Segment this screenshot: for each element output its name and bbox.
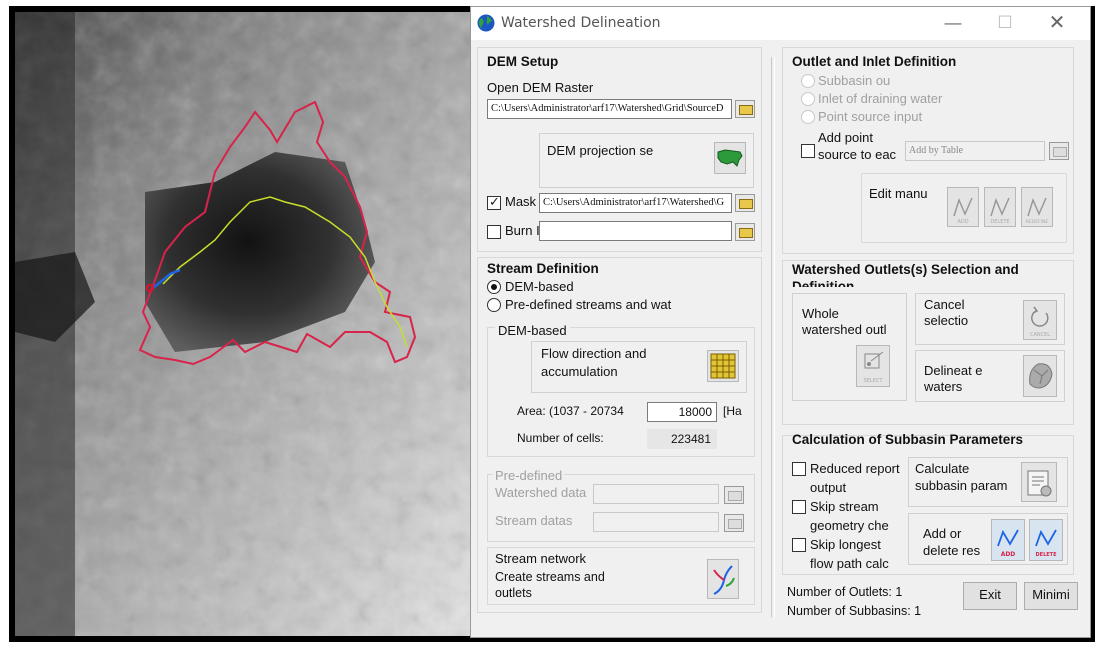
stream-data-field	[593, 512, 719, 532]
area-label: Area: (1037 - 20734	[517, 404, 624, 418]
cells-value: 223481	[647, 429, 717, 449]
grid-icon[interactable]	[707, 350, 739, 382]
delineate-watershed-label: Delineat e waters	[924, 363, 983, 393]
skip-stream-label: Skip stream geometry che	[810, 499, 889, 533]
predefined-group-label: Pre-defined	[493, 468, 565, 483]
dem-map-canvas	[15, 12, 470, 636]
dem-path-field[interactable]: C:\Users\Administrator\arf17\Watershed\G…	[487, 99, 732, 119]
title-bar[interactable]: Watershed Delineation — ☐ ✕	[471, 7, 1090, 40]
add-by-table-field: Add by Table	[905, 141, 1045, 161]
column-separator	[771, 57, 775, 617]
delete-reservoir-icon[interactable]: DELETE	[1029, 519, 1063, 561]
flow-direction-label: Flow direction and accumulation	[541, 346, 647, 379]
watershed-data-folder-icon	[724, 486, 744, 504]
exit-button[interactable]: Exit	[963, 582, 1017, 610]
redefine-point-icon-text: REDEFINE	[1026, 219, 1049, 225]
mask-folder-icon[interactable]	[735, 194, 755, 212]
delete-point-icon-text: DELETE	[990, 219, 1009, 225]
predefined-option-label: Pre-defined streams and wat	[505, 297, 672, 312]
area-unit-label: [Ha	[723, 404, 742, 418]
burn-path-field[interactable]	[539, 221, 732, 241]
mask-path-field[interactable]: C:\Users\Administrator\arf17\Watershed\G	[539, 193, 732, 213]
window-title: Watershed Delineation	[501, 15, 661, 31]
point-source-radio	[801, 110, 815, 124]
skip-longest-label: Skip longest flow path calc	[810, 537, 889, 571]
delineate-icon[interactable]	[1023, 355, 1057, 397]
dem-based-group-label: DEM-based	[495, 323, 570, 338]
subbasin-outlet-label: Subbasin ou	[818, 73, 891, 88]
minimize-button[interactable]: —	[933, 11, 973, 37]
add-reservoir-icon-text: ADD	[1001, 551, 1016, 558]
add-reservoir-icon[interactable]: ADD	[991, 519, 1025, 561]
add-delete-reservoir-label: Add or delete res	[923, 526, 981, 558]
reduced-report-checkbox[interactable]	[792, 462, 806, 476]
cells-label: Number of cells:	[517, 431, 604, 445]
watershed-data-label: Watershed data	[495, 485, 587, 500]
redefine-point-icon: REDEFINE	[1021, 187, 1053, 227]
add-point-source-label: Add point source to eac	[818, 130, 897, 162]
delete-reservoir-icon-text: DELETE	[1036, 552, 1058, 558]
create-streams-label: Create streams and outlets	[495, 570, 605, 599]
point-source-label: Point source input	[818, 109, 923, 124]
minimize-dialog-button[interactable]: Minimi	[1024, 582, 1078, 610]
open-dem-label: Open DEM Raster	[487, 80, 594, 95]
add-point-icon-text: ADD	[957, 219, 968, 225]
calculate-subbasin-label: Calculate subbasin param	[915, 461, 1008, 493]
add-by-table-folder-icon	[1049, 142, 1069, 160]
us-map-icon[interactable]	[714, 142, 746, 174]
select-outlet-icon[interactable]: SELECT	[856, 345, 890, 387]
stream-network-label: Stream network	[495, 551, 587, 566]
inlet-draining-label: Inlet of draining water	[818, 91, 943, 106]
cancel-selection-label: Cancel selectio	[924, 297, 969, 328]
outlets-count: Number of Outlets: 1	[787, 585, 903, 599]
dem-setup-heading: DEM Setup	[487, 54, 559, 69]
inlet-draining-radio	[801, 92, 815, 106]
stream-definition-heading: Stream Definition	[487, 261, 599, 276]
calculate-icon[interactable]	[1021, 462, 1057, 502]
cancel-icon-text: CANCEL	[1030, 332, 1050, 338]
predefined-radio[interactable]	[487, 298, 501, 312]
burn-folder-icon[interactable]	[735, 223, 755, 241]
subbasin-params-heading: Calculation of Subbasin Parameters	[792, 432, 1024, 447]
stream-data-folder-icon	[724, 514, 744, 532]
whole-watershed-label: Whole watershed outl	[802, 306, 887, 336]
maximize-button[interactable]: ☐	[985, 11, 1025, 37]
dem-based-radio[interactable]	[487, 280, 501, 294]
skip-longest-checkbox[interactable]	[792, 538, 806, 552]
open-dem-folder-icon[interactable]	[735, 100, 755, 118]
outlet-inlet-heading: Outlet and Inlet Definition	[792, 54, 957, 69]
dem-based-option-label: DEM-based	[505, 279, 574, 294]
stream-network-icon[interactable]	[707, 559, 739, 599]
add-point-source-checkbox[interactable]	[801, 144, 815, 158]
area-threshold-input[interactable]: 18000	[647, 402, 717, 422]
edit-manual-label: Edit manu	[869, 186, 928, 201]
outlet-selection-heading: Watershed Outlets(s) Selection and Defin…	[792, 262, 1019, 287]
watershed-delineation-window: Watershed Delineation — ☐ ✕ DEM Setup Op…	[470, 6, 1091, 638]
watershed-data-field	[593, 484, 719, 504]
subbasin-outlet-radio	[801, 74, 815, 88]
stream-data-label: Stream datas	[495, 513, 573, 528]
add-point-icon: ADD	[947, 187, 979, 227]
subbasins-count: Number of Subbasins: 1	[787, 604, 922, 618]
globe-icon	[477, 14, 495, 32]
close-button[interactable]: ✕	[1037, 11, 1077, 37]
burn-label: Burn I	[505, 223, 540, 238]
cancel-icon[interactable]: CANCEL	[1023, 300, 1057, 340]
skip-stream-checkbox[interactable]	[792, 500, 806, 514]
mask-label: Mask	[505, 194, 537, 209]
dem-map-view[interactable]	[15, 12, 470, 636]
dem-projection-label: DEM projection se	[547, 143, 654, 158]
delete-point-icon: DELETE	[984, 187, 1016, 227]
mask-checkbox[interactable]	[487, 194, 501, 210]
select-outlet-icon-text: SELECT	[864, 378, 884, 384]
reduced-report-label: Reduced report output	[810, 461, 900, 495]
burn-checkbox[interactable]	[487, 225, 501, 239]
